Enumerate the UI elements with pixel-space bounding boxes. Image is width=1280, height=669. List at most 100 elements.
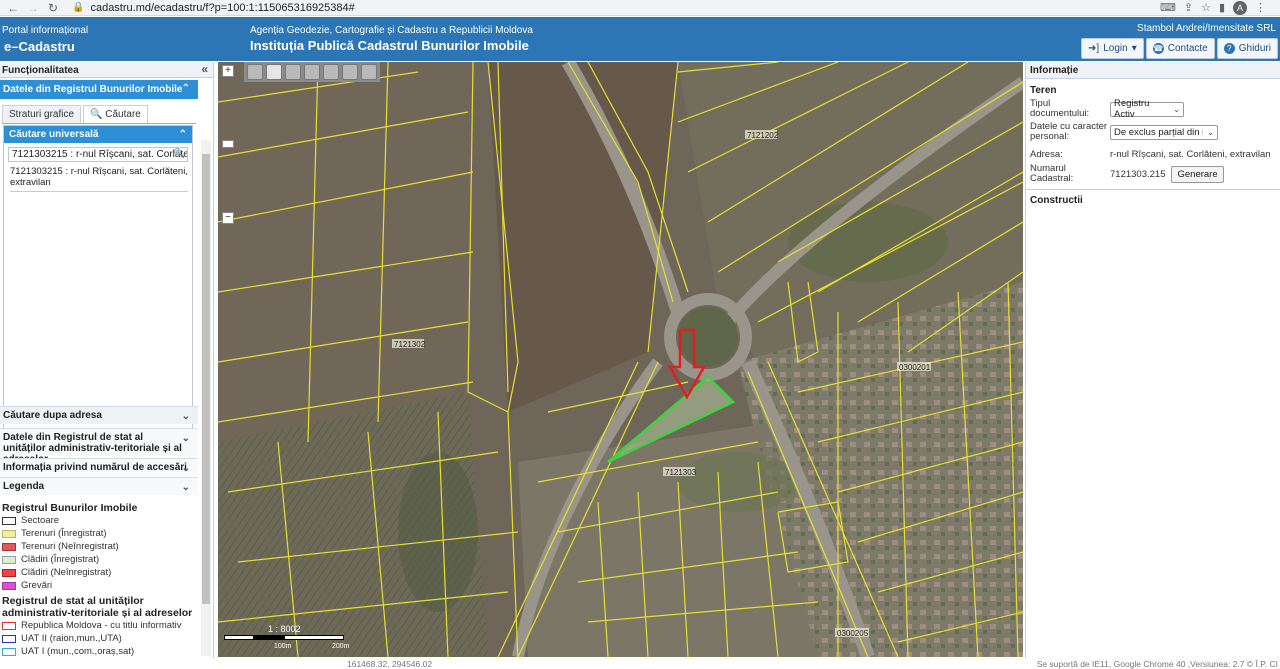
legend-swatch bbox=[2, 634, 16, 643]
measure-line-icon[interactable] bbox=[342, 64, 358, 80]
pan-icon[interactable] bbox=[266, 64, 282, 80]
panel-title: Funcționalitatea « bbox=[0, 62, 213, 78]
zoom-slider-handle[interactable] bbox=[222, 140, 234, 148]
brand-title[interactable]: e–Cadastru bbox=[4, 39, 75, 54]
zoom-out-button[interactable]: − bbox=[222, 212, 234, 224]
legend-item-label: Grevări bbox=[21, 580, 53, 591]
legend-swatch bbox=[2, 516, 16, 525]
legend-swatch bbox=[2, 542, 16, 551]
universal-search-header[interactable]: Căutare universală ⌃ bbox=[4, 126, 192, 143]
tab-bar: Straturi grafice 🔍 Căutare bbox=[2, 105, 196, 124]
chevron-down-icon: ⌄ bbox=[181, 482, 190, 493]
search-icon[interactable]: 🔍 bbox=[174, 148, 185, 159]
info-title: Informație bbox=[1026, 62, 1280, 79]
bookmark-star-icon[interactable]: ☆ bbox=[1201, 1, 1211, 14]
legend-item-label: Republica Moldova - cu titlu informativ bbox=[21, 620, 182, 631]
tab-layers[interactable]: Straturi grafice bbox=[2, 105, 82, 123]
chevron-up-icon: ⌃ bbox=[181, 83, 190, 94]
zoom-out-box-icon[interactable] bbox=[304, 64, 320, 80]
search-by-address-row[interactable]: Căutare dupa adresa ⌄ bbox=[0, 406, 198, 424]
chevron-up-icon: ⌃ bbox=[178, 129, 187, 140]
reload-icon[interactable]: ↻ bbox=[46, 1, 60, 15]
guides-button[interactable]: ? Ghiduri bbox=[1216, 38, 1278, 59]
menu-kebab-icon[interactable]: ⋮ bbox=[1255, 1, 1266, 14]
teren-section-title: Teren bbox=[1030, 85, 1057, 96]
search-result-item[interactable]: 7121303215 : r-nul Rîșcani, sat. Corlăte… bbox=[10, 166, 188, 192]
legend-item-label: UAT I (mun.,com.,oraș,sat) bbox=[21, 646, 135, 657]
collapse-panel-icon[interactable]: « bbox=[201, 62, 208, 76]
address-bar[interactable]: 🔒 cadastru.md/ecadastru/f?p=100:1:115065… bbox=[72, 1, 355, 15]
forward-icon[interactable]: → bbox=[26, 1, 40, 15]
constructions-title: Constructii bbox=[1030, 195, 1083, 206]
panel-scrollbar[interactable] bbox=[201, 140, 211, 656]
legend-rsuat-title: Registrul de stat al unităților administ… bbox=[2, 595, 193, 619]
personal-data-select[interactable]: De exclus parțial din rapo ⌄ bbox=[1110, 124, 1218, 140]
address-row: Adresa: r-nul Rîșcani, sat. Corlăteni, e… bbox=[1030, 145, 1276, 164]
panel-title-text: Funcționalitatea bbox=[2, 65, 79, 76]
legend-item: Terenuri (Înregistrat) bbox=[2, 527, 198, 540]
url-text: cadastru.md/ecadastru/f?p=100:1:11506531… bbox=[90, 1, 355, 14]
doc-type-select[interactable]: Registru Activ ⌄ bbox=[1110, 98, 1184, 120]
legend-swatch bbox=[2, 621, 16, 630]
legend: Registrul Bunurilor Imobile Sectoare Tere… bbox=[2, 500, 198, 658]
search-by-address-label: Căutare dupa adresa bbox=[3, 410, 102, 421]
scale-200m: 200m bbox=[332, 643, 350, 650]
result-line-1: 7121303215 : r-nul Rîșcani, sat. Corlăte… bbox=[10, 166, 188, 177]
zoom-in-box-icon[interactable] bbox=[285, 64, 301, 80]
back-icon[interactable]: ← bbox=[6, 1, 20, 15]
doc-type-value: Registru Activ bbox=[1114, 98, 1150, 120]
version-info: Se suportă de IE11, Google Chrome 40 ,Ve… bbox=[1036, 659, 1278, 669]
status-bar: 161468.32, 294546.02 Se suportă de IE11,… bbox=[0, 658, 1280, 669]
tab-search[interactable]: 🔍 Căutare bbox=[83, 105, 148, 123]
personal-data-row: Datele cu caracter personal: De exclus p… bbox=[1030, 119, 1276, 145]
legend-item-label: Sectoare bbox=[21, 515, 60, 526]
functionality-panel: Funcționalitatea « Datele din Registrul … bbox=[0, 62, 214, 658]
map-label: 7121303 bbox=[665, 468, 697, 477]
legend-item: Sectoare bbox=[2, 514, 198, 527]
legend-swatch bbox=[2, 529, 16, 538]
help-icon: ? bbox=[1223, 43, 1235, 54]
map-view[interactable]: 7121202 7121302 7121303 0300201 0300205 … bbox=[218, 62, 1023, 657]
doc-type-row: Tipul documentului: Registru Activ ⌄ bbox=[1030, 98, 1276, 120]
legend-item: UAT I (mun.,com.,oraș,sat) bbox=[2, 645, 198, 658]
map-canvas: 7121202 7121302 7121303 0300201 0300205 bbox=[218, 62, 1023, 657]
chevron-down-icon: ▾ bbox=[1131, 43, 1137, 54]
generate-button[interactable]: Generare bbox=[1171, 165, 1224, 183]
map-label: 7121302 bbox=[394, 340, 426, 349]
state-registry-row[interactable]: Datele din Registrul de stat al unitățil… bbox=[0, 428, 198, 465]
scrollbar-thumb[interactable] bbox=[202, 154, 210, 604]
chevron-down-icon: ⌄ bbox=[181, 463, 190, 474]
rbi-section-header[interactable]: Datele din Registrul Bunurilor Imobile ⌃ bbox=[0, 80, 198, 99]
personal-data-value: De exclus parțial din rapo bbox=[1114, 126, 1203, 138]
zoom-in-button[interactable]: + bbox=[222, 65, 234, 77]
measure-area-icon[interactable] bbox=[361, 64, 377, 80]
legend-item: Republica Moldova - cu titlu informativ bbox=[2, 619, 198, 632]
search-input[interactable]: 7121303215 : r-nul Rîșcani, sat. Corlăte… bbox=[8, 147, 188, 162]
login-button[interactable]: ➜] Login ▾ bbox=[1081, 38, 1144, 59]
phone-icon: ☎ bbox=[1152, 43, 1164, 54]
legend-row[interactable]: Legenda ⌄ bbox=[0, 477, 198, 495]
legend-item: Grevări bbox=[2, 579, 198, 592]
info-icon[interactable] bbox=[323, 64, 339, 80]
globe-icon[interactable] bbox=[247, 64, 263, 80]
legend-swatch bbox=[2, 568, 16, 577]
contacts-label: Contacte bbox=[1167, 43, 1208, 54]
map-coordinates: 161468.32, 294546.02 bbox=[347, 659, 433, 669]
map-label: 0300201 bbox=[899, 363, 931, 372]
legend-swatch bbox=[2, 581, 16, 590]
profile-avatar[interactable]: A bbox=[1233, 0, 1247, 15]
user-name: Stambol Andrei/Imensitate SRL bbox=[1137, 23, 1276, 34]
universal-search-title: Căutare universală bbox=[9, 129, 99, 140]
legend-item-label: Clădiri (Neînregistrat) bbox=[21, 567, 112, 578]
share-icon[interactable]: ⇪ bbox=[1184, 1, 1193, 14]
chevron-down-icon: ⌄ bbox=[181, 411, 190, 422]
contacts-button[interactable]: ☎ Contacte bbox=[1145, 38, 1215, 59]
translate-icon[interactable]: ⌨ bbox=[1160, 1, 1176, 14]
chevron-down-icon: ⌄ bbox=[1173, 104, 1180, 114]
cadastral-row: Numarul Cadastral: 7121303.215 Generare bbox=[1030, 164, 1276, 184]
legend-swatch bbox=[2, 647, 16, 656]
scale-100m: 100m bbox=[274, 643, 292, 650]
access-info-row[interactable]: Informația privind numărul de accesări ⌄ bbox=[0, 458, 198, 476]
address-value: r-nul Rîșcani, sat. Corlăteni, extravila… bbox=[1110, 149, 1271, 160]
sidepanel-icon[interactable]: ▮ bbox=[1219, 1, 1225, 14]
